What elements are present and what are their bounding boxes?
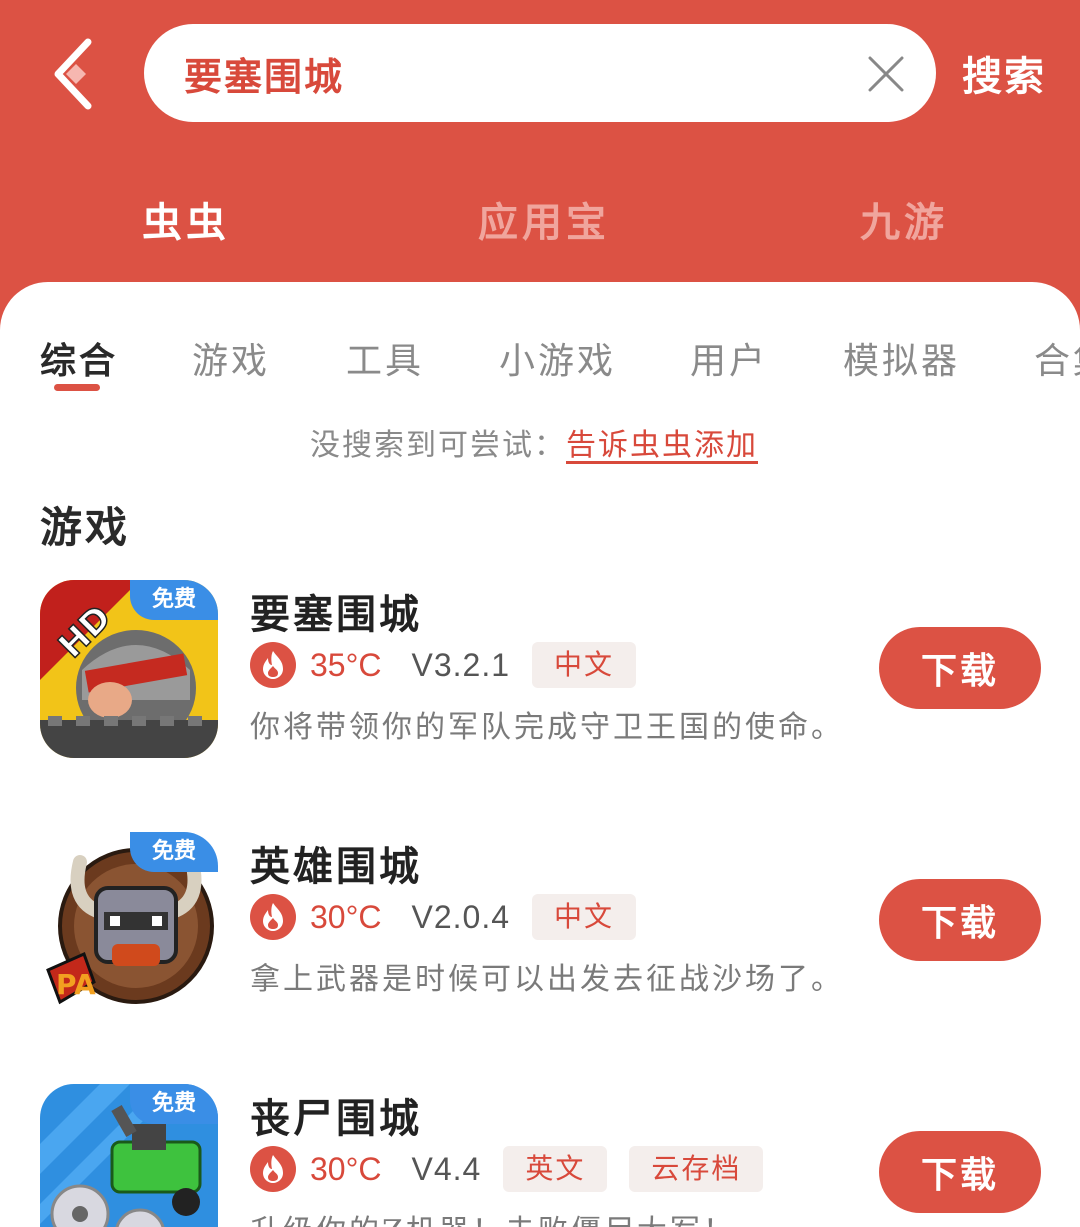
header-bar: 搜索 虫虫 应用宝 九游: [0, 0, 1080, 300]
search-button[interactable]: 搜索: [962, 44, 1046, 102]
not-found-hint: 没搜索到可尝试：告诉虫虫添加: [310, 420, 758, 464]
game-name[interactable]: 英雄围城: [250, 834, 422, 892]
fire-icon: [250, 1146, 296, 1192]
fire-icon: [250, 894, 296, 940]
tab-collections[interactable]: 合集: [1034, 332, 1080, 384]
hint-text: 没搜索到可尝试：: [310, 428, 566, 463]
tab-games[interactable]: 游戏: [192, 332, 270, 384]
active-tab-indicator: [54, 384, 100, 391]
game-description: 拿上武器是时候可以出发去征战沙场了。: [250, 962, 844, 997]
game-icon[interactable]: 免费: [40, 1084, 218, 1227]
game-row[interactable]: PA 免费 英雄围城 30°C V2.0.4 中文 拿上武器是时候可以出发去征战…: [0, 832, 1080, 1032]
back-arrow-icon: [54, 38, 92, 110]
language-tag: 英文: [503, 1146, 608, 1192]
game-name[interactable]: 要塞围城: [250, 582, 422, 640]
tab-mini-games[interactable]: 小游戏: [499, 332, 616, 384]
request-add-link[interactable]: 告诉虫虫添加: [566, 428, 758, 463]
game-meta: 30°C V2.0.4 中文: [250, 894, 658, 940]
search-input[interactable]: [184, 24, 844, 122]
game-row[interactable]: 免费 丧尸围城 30°C V4.4 英文 云存档 升级你的Z机器！击败僵尸大军！…: [0, 1084, 1080, 1227]
search-box: [144, 24, 936, 122]
version: V4.4: [411, 1150, 482, 1187]
game-row[interactable]: HD 免费 要塞围城 35°C V3.2.1 中文 你将带领你的军队完成守卫王国…: [0, 580, 1080, 780]
fire-icon: [250, 642, 296, 688]
tab-emulators[interactable]: 模拟器: [843, 332, 960, 384]
language-tag: 中文: [532, 642, 637, 688]
download-button[interactable]: 下载: [879, 627, 1041, 709]
game-description: 升级你的Z机器！击败僵尸大军！: [250, 1206, 736, 1227]
game-icon[interactable]: PA 免费: [40, 832, 218, 1010]
download-button[interactable]: 下载: [879, 879, 1041, 961]
game-description: 你将带领你的军队完成守卫王国的使命。: [250, 710, 844, 745]
version: V2.0.4: [411, 898, 511, 935]
heat-value: 30°C: [310, 898, 382, 935]
tab-users[interactable]: 用户: [690, 332, 768, 384]
version: V3.2.1: [411, 646, 511, 683]
download-button[interactable]: 下载: [879, 1131, 1041, 1213]
results-panel: 综合 游戏 工具 小游戏 用户 模拟器 合集 没搜索到可尝试：告诉虫虫添加 游戏…: [0, 282, 1080, 1227]
free-badge: 免费: [130, 832, 218, 872]
language-tag: 中文: [532, 894, 637, 940]
svg-text:PA: PA: [56, 968, 96, 1001]
tab-chongchong[interactable]: 虫虫: [142, 190, 230, 248]
tab-tools[interactable]: 工具: [346, 332, 424, 384]
tab-yingyongbao[interactable]: 应用宝: [478, 190, 610, 248]
back-button[interactable]: [40, 36, 110, 112]
free-badge: 免费: [130, 1084, 218, 1124]
clear-button[interactable]: [862, 50, 910, 98]
game-meta: 30°C V4.4 英文 云存档: [250, 1146, 785, 1192]
game-icon[interactable]: HD 免费: [40, 580, 218, 758]
clear-icon: [868, 56, 904, 92]
game-name[interactable]: 丧尸围城: [250, 1086, 422, 1144]
tab-jiuyou[interactable]: 九游: [860, 190, 948, 248]
cloud-save-tag: 云存档: [629, 1146, 764, 1192]
tab-all[interactable]: 综合: [40, 332, 118, 384]
game-meta: 35°C V3.2.1 中文: [250, 642, 658, 688]
free-badge: 免费: [130, 580, 218, 620]
heat-value: 35°C: [310, 646, 382, 683]
section-title-games: 游戏: [40, 503, 131, 552]
heat-value: 30°C: [310, 1150, 382, 1187]
